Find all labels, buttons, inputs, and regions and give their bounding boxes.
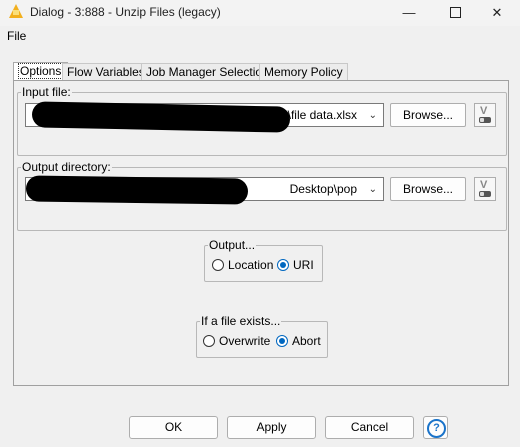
output-mode-legend: Output... (208, 238, 257, 252)
flow-variable-icon: V (480, 179, 488, 191)
help-button[interactable]: ? (423, 416, 448, 439)
tab-flow-variables[interactable]: Flow Variables (62, 63, 150, 81)
maximize-button[interactable] (432, 0, 478, 26)
minimize-button[interactable]: — (386, 0, 432, 26)
overwrite-radio[interactable] (203, 335, 215, 347)
input-file-legend: Input file: (21, 85, 72, 99)
cancel-button[interactable]: Cancel (325, 416, 414, 439)
knime-warning-app-icon (9, 4, 23, 18)
uri-radio[interactable] (277, 259, 289, 271)
title-bar: Dialog - 3:888 - Unzip Files (legacy) — … (0, 0, 520, 26)
location-label[interactable]: Location (228, 258, 273, 272)
tab-memory-policy[interactable]: Memory Policy (259, 63, 348, 81)
apply-button[interactable]: Apply (227, 416, 316, 439)
tab-job-manager-selection[interactable]: Job Manager Selection (141, 63, 274, 81)
abort-label[interactable]: Abort (292, 334, 321, 348)
window-title: Dialog - 3:888 - Unzip Files (legacy) (30, 5, 221, 19)
redaction-mark (31, 101, 291, 133)
chevron-down-icon: ⌄ (368, 184, 377, 195)
flow-variable-icon: V (480, 105, 488, 117)
help-icon: ? (427, 419, 446, 438)
abort-radio[interactable] (276, 335, 288, 347)
menu-bar: File (0, 26, 520, 46)
output-directory-legend: Output directory: (21, 160, 112, 174)
output-flow-variable-button[interactable]: V (474, 177, 496, 201)
chevron-down-icon: ⌄ (368, 110, 377, 121)
output-directory-value: Desktop\pop (289, 182, 357, 196)
ok-button[interactable]: OK (129, 416, 218, 439)
overwrite-label[interactable]: Overwrite (219, 334, 270, 348)
input-flow-variable-button[interactable]: V (474, 103, 496, 127)
tab-label: Options (18, 63, 64, 79)
input-browse-button[interactable]: Browse... (390, 103, 466, 127)
output-browse-button[interactable]: Browse... (390, 177, 466, 201)
menu-file[interactable]: File (7, 29, 26, 43)
location-radio[interactable] (212, 259, 224, 271)
tab-options[interactable]: Options (13, 62, 69, 81)
uri-label[interactable]: URI (293, 258, 314, 272)
redaction-mark (25, 175, 249, 205)
if-file-exists-legend: If a file exists... (200, 314, 282, 328)
close-button[interactable]: ✕ (474, 0, 520, 26)
input-file-value: \file data.xlsx (287, 108, 357, 122)
maximize-icon (449, 7, 461, 19)
